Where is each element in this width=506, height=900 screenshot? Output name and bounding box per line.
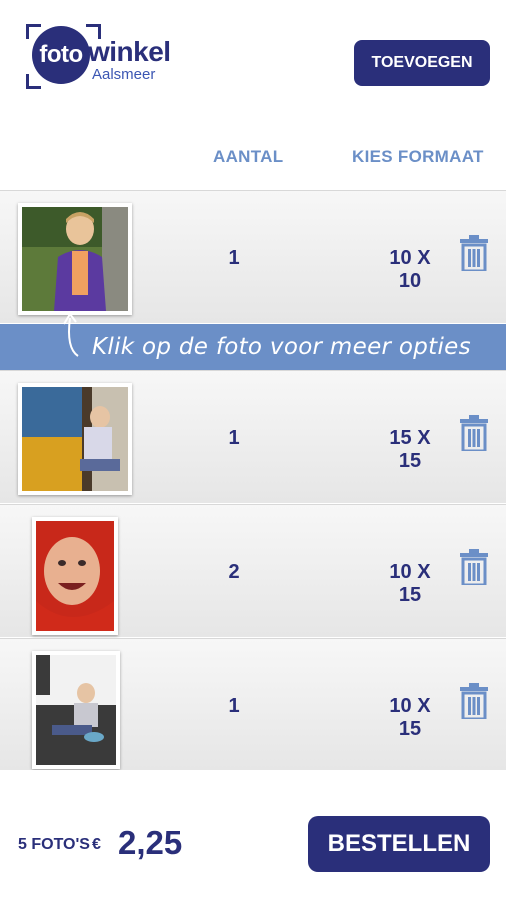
quantity-value[interactable]: 1 bbox=[222, 247, 246, 270]
logo-circle: foto bbox=[32, 26, 90, 84]
trash-icon[interactable] bbox=[460, 235, 488, 271]
currency-symbol: € bbox=[92, 836, 101, 853]
photo-row: 2 10 X 15 bbox=[0, 504, 506, 637]
photo-thumbnail[interactable] bbox=[32, 517, 118, 635]
photo-thumbnail[interactable] bbox=[18, 203, 132, 315]
photo-image bbox=[22, 387, 128, 491]
logo-word: winkel bbox=[88, 36, 171, 67]
order-button[interactable]: BESTELLEN bbox=[308, 816, 490, 872]
photo-image bbox=[36, 521, 114, 631]
quantity-value[interactable]: 1 bbox=[222, 427, 246, 450]
hint-banner: Klik op de foto voor meer opties bbox=[0, 312, 506, 370]
trash-icon[interactable] bbox=[460, 549, 488, 585]
logo: foto winkel Aalsmeer bbox=[26, 24, 186, 90]
photo-row: 1 10 X 15 bbox=[0, 638, 506, 771]
photo-count: 5 FOTO'S bbox=[18, 836, 90, 853]
photo-image bbox=[22, 207, 128, 311]
photo-thumbnail[interactable] bbox=[18, 383, 132, 495]
total-price: 2,25 bbox=[118, 824, 183, 861]
logo-subtitle: Aalsmeer bbox=[92, 66, 156, 83]
trash-icon[interactable] bbox=[460, 683, 488, 719]
add-button[interactable]: TOEVOEGEN bbox=[354, 40, 490, 86]
column-header-quantity: AANTAL bbox=[213, 147, 284, 166]
curved-arrow-up-icon bbox=[63, 312, 79, 357]
format-value[interactable]: 10 X 15 bbox=[376, 695, 444, 741]
format-value[interactable]: 15 X 15 bbox=[376, 427, 444, 473]
quantity-value[interactable]: 1 bbox=[222, 695, 246, 718]
logo-bracket bbox=[26, 74, 41, 89]
photo-thumbnail[interactable] bbox=[32, 651, 120, 769]
hint-text: Klik op de foto voor meer opties bbox=[92, 334, 471, 360]
column-header-format: KIES FORMAAT bbox=[352, 147, 484, 166]
photo-row: 1 10 X 10 bbox=[0, 190, 506, 323]
photo-image bbox=[36, 655, 116, 765]
app-header: foto winkel Aalsmeer TOEVOEGEN bbox=[0, 0, 506, 120]
format-value[interactable]: 10 X 15 bbox=[376, 561, 444, 607]
photo-row: 1 15 X 15 bbox=[0, 370, 506, 503]
order-footer: 5 FOTO'S € 2,25 BESTELLEN bbox=[0, 770, 506, 900]
trash-icon[interactable] bbox=[460, 415, 488, 451]
format-value[interactable]: 10 X 10 bbox=[376, 247, 444, 293]
quantity-value[interactable]: 2 bbox=[222, 561, 246, 584]
